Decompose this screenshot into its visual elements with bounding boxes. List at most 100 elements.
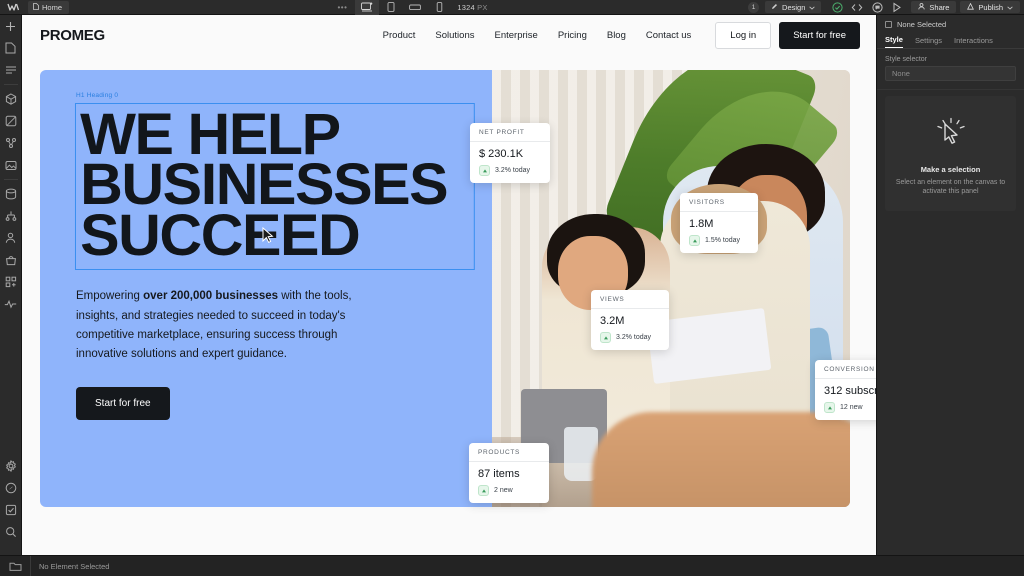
nav-link-enterprise[interactable]: Enterprise [495,30,538,41]
stat-card-value: 312 subscriptions [824,385,876,397]
logic-icon[interactable] [0,205,22,227]
right-inspector-panel: None Selected Style Settings Interaction… [876,15,1024,555]
database-icon[interactable] [0,183,22,205]
selection-status-row: None Selected [877,15,1024,33]
webflow-logo-icon[interactable] [0,0,26,15]
nodes-icon[interactable] [0,132,22,154]
stat-card-delta: 2 new [494,487,513,494]
tab-style[interactable]: Style [885,35,903,48]
stat-card-delta: 1.5% today [705,237,741,244]
breakpoint-value: 1324 [457,2,475,12]
desktop-icon[interactable] [355,0,380,15]
nav-link-contact-us[interactable]: Contact us [646,30,691,41]
page-icon[interactable] [0,37,22,59]
trend-up-icon [824,402,835,413]
trend-up-icon [478,485,489,496]
page-icon [33,2,39,12]
tab-settings[interactable]: Settings [915,36,942,48]
mouse-pointer-icon [262,226,274,249]
ellipsis-icon[interactable]: ••• [329,3,355,12]
bag-icon[interactable] [0,249,22,271]
breakpoint-width: 1324 PX [451,3,487,12]
image-icon[interactable] [0,154,22,176]
start-for-free-button[interactable]: Start for free [779,21,860,49]
nav-link-product[interactable]: Product [383,30,416,41]
hero-heading[interactable]: WE HELP BUSINESSES SUCCEED [74,102,475,271]
checkbox-icon[interactable] [0,499,22,521]
site-navbar: PROMEG Product Solutions Enterprise Pric… [22,15,876,55]
stat-card-title: PRODUCTS [469,443,549,462]
empty-state-description: Select an element on the canvas to activ… [895,179,1006,196]
design-canvas[interactable]: PROMEG Product Solutions Enterprise Pric… [22,15,876,555]
hero-section: H1 Heading 0 WE HELP BUSINESSES SUCCEED … [40,70,876,507]
stat-card-title: VIEWS [591,290,669,309]
style-selector-label: Style selector [885,56,928,63]
site-logo[interactable]: PROMEG [40,27,105,44]
mobile-landscape-icon[interactable] [403,0,427,15]
tab-interactions[interactable]: Interactions [954,36,993,48]
stat-card-conversion[interactable]: CONVERSION 312 subscriptions 12 new [815,360,876,420]
inspector-empty-state: Make a selection Select an element on th… [885,96,1016,211]
stat-card-delta: 3.2% today [616,334,652,341]
stat-card-title: CONVERSION [815,360,876,379]
breadcrumb-folder-icon[interactable] [0,561,30,572]
login-button[interactable]: Log in [715,21,772,49]
person-icon[interactable] [0,227,22,249]
gear-icon[interactable] [0,455,22,477]
website-preview: PROMEG Product Solutions Enterprise Pric… [22,15,876,555]
chevron-down-icon [1007,3,1013,12]
share-button[interactable]: Share [911,1,957,13]
trend-up-icon [600,332,611,343]
stat-card-delta: 12 new [840,404,863,411]
publish-button[interactable]: Publish [960,1,1021,13]
hero-left-column[interactable]: H1 Heading 0 WE HELP BUSINESSES SUCCEED … [40,70,492,507]
selection-status-label: None Selected [897,19,947,29]
notification-count[interactable]: 1 [748,1,760,13]
stat-card-products[interactable]: PRODUCTS 87 items 2 new [469,443,549,503]
layers-icon[interactable] [0,59,22,81]
share-label: Share [929,2,950,12]
apps-icon[interactable] [0,271,22,293]
nav-link-solutions[interactable]: Solutions [435,30,474,41]
hero-paragraph[interactable]: Empowering over 200,000 businesses with … [76,287,386,364]
nav-link-blog[interactable]: Blog [607,30,626,41]
inspector-tabs: Style Settings Interactions [877,33,1024,49]
page-tab[interactable]: Home [28,0,70,14]
tablet-icon[interactable] [379,0,403,15]
style-selector-value: None [892,69,910,78]
stat-card-value: 1.8M [689,218,714,230]
nav-link-pricing[interactable]: Pricing [558,30,587,41]
pulse-icon[interactable] [0,293,22,315]
brush-icon [771,3,778,12]
trend-up-icon [479,165,490,176]
code-icon[interactable] [847,0,867,15]
status-bar: No Element Selected [0,555,1024,576]
style-selector-input[interactable]: None [885,66,1016,81]
design-tool-window: Home ••• 1324 PX 1 Design Share Publish … [0,0,1024,576]
stat-card-delta: 3.2% today [495,167,531,174]
cube-icon[interactable] [0,88,22,110]
stat-card-views[interactable]: VIEWS 3.2M 3.2% today [591,290,669,350]
palette-icon[interactable] [0,110,22,132]
empty-state-title: Make a selection [920,165,981,174]
hero-cta-button[interactable]: Start for free [76,386,170,420]
publish-label: Publish [978,2,1004,12]
checkbox-icon [885,20,892,28]
mode-switcher[interactable]: Design [765,1,822,13]
stat-card-visitors[interactable]: VISITORS 1.8M 1.5% today [680,193,758,253]
check-circle-icon[interactable] [827,0,847,15]
stat-card-value: 3.2M [600,315,625,327]
hero-paragraph-pre: Empowering [76,290,144,303]
breakpoint-unit: PX [477,2,488,12]
search-icon[interactable] [0,521,22,543]
comment-icon[interactable] [867,0,887,15]
stat-card-net-profit[interactable]: NET PROFIT $ 230.1K 3.2% today [470,123,550,183]
person-icon [918,2,925,12]
mobile-portrait-icon[interactable] [427,0,451,15]
play-icon[interactable] [887,0,907,15]
plus-icon[interactable] [0,15,22,37]
chevron-down-icon [809,3,816,12]
status-bar-text: No Element Selected [30,555,109,576]
trend-up-icon [689,235,700,246]
sparkle-icon[interactable] [0,477,22,499]
